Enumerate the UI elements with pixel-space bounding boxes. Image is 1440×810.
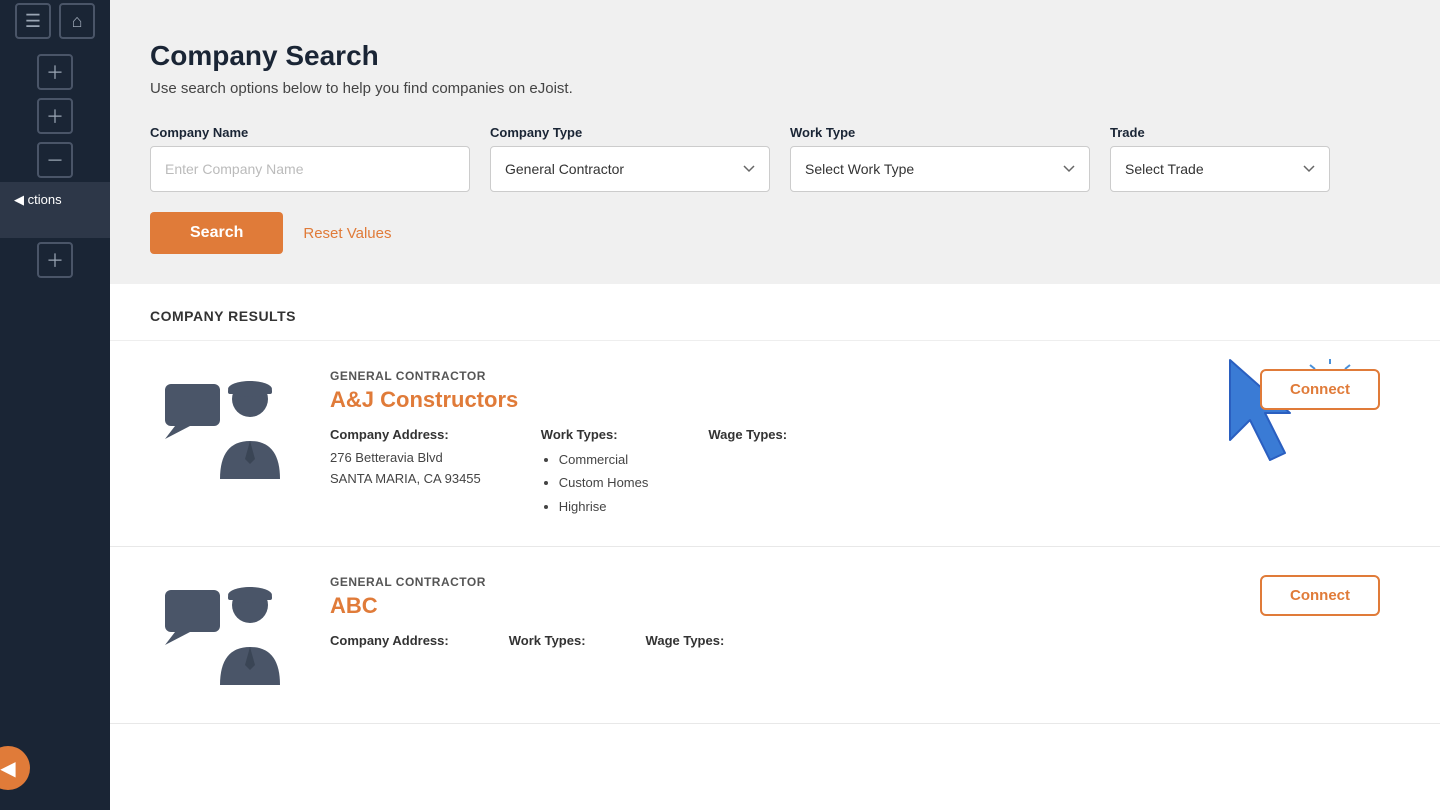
address-label: Company Address: [330, 427, 481, 442]
company-card: GENERAL CONTRACTOR ABC Company Address: … [110, 547, 1440, 724]
company-info-2: GENERAL CONTRACTOR ABC Company Address: … [330, 575, 1240, 654]
search-form: Company Name Company Type General Contra… [150, 125, 1400, 192]
company-avatar-icon-2 [160, 575, 300, 695]
sidebar-top-bar: ☰ ⌂ [0, 10, 110, 40]
work-types-list: Commercial Custom Homes Highrise [541, 448, 649, 518]
back-arrow-icon: ◀ [0, 756, 15, 781]
sidebar-collapse-1[interactable]: － [37, 142, 73, 178]
connect-area: Connect [1240, 369, 1400, 410]
connect-area-2: Connect [1240, 575, 1400, 616]
company-avatar-2 [150, 575, 310, 695]
address-section-2: Company Address: [330, 633, 449, 654]
company-details: Company Address: 276 Betteravia Blvd SAN… [330, 427, 1240, 518]
page-title: Company Search [150, 40, 1400, 72]
search-button[interactable]: Search [150, 212, 283, 254]
wage-types-section-2: Wage Types: [646, 633, 766, 654]
company-avatar [150, 369, 310, 489]
cursor-arrow-icon [1210, 350, 1320, 470]
company-type-field: Company Type General Contractor Sub Cont… [490, 125, 770, 192]
trade-label: Trade [1110, 125, 1330, 140]
company-card: GENERAL CONTRACTOR A&J Constructors Comp… [110, 341, 1440, 547]
company-details-2: Company Address: Work Types: Wage Types: [330, 633, 1240, 654]
company-type-label: Company Type [490, 125, 770, 140]
wage-types-section: Wage Types: [708, 427, 828, 518]
sidebar-menu-icon[interactable]: ☰ [15, 3, 51, 39]
sidebar-expand-3[interactable]: ＋ [37, 242, 73, 278]
company-info: GENERAL CONTRACTOR A&J Constructors Comp… [330, 369, 1240, 518]
main-content: Company Search Use search options below … [110, 0, 1440, 810]
search-actions: Search Reset Values [150, 212, 1400, 254]
company-type-tag: GENERAL CONTRACTOR [330, 369, 1240, 383]
results-area: COMPANY RESULTS [110, 284, 1440, 810]
sidebar-item-ctns[interactable]: ◀ ctions [0, 182, 110, 218]
list-item: Highrise [559, 495, 649, 518]
search-area: Company Search Use search options below … [110, 0, 1440, 284]
reset-link[interactable]: Reset Values [303, 225, 391, 242]
company-type-select[interactable]: General Contractor Sub Contractor Suppli… [490, 146, 770, 192]
address-line1: 276 Betteravia Blvd [330, 448, 481, 469]
trade-field: Trade Select Trade [1110, 125, 1330, 192]
sidebar-item-search[interactable] [0, 218, 110, 238]
wage-types-label-2: Wage Types: [646, 633, 766, 648]
address-line2: SANTA MARIA, CA 93455 [330, 469, 481, 490]
sidebar-expand-2[interactable]: ＋ [37, 98, 73, 134]
page-subtitle: Use search options below to help you fin… [150, 80, 1400, 97]
company-type-tag-2: GENERAL CONTRACTOR [330, 575, 1240, 589]
work-type-field: Work Type Select Work Type [790, 125, 1090, 192]
connect-button-2[interactable]: Connect [1260, 575, 1380, 616]
work-types-section-2: Work Types: [509, 633, 586, 654]
work-type-select[interactable]: Select Work Type [790, 146, 1090, 192]
company-avatar-icon [160, 369, 300, 489]
company-name-input[interactable] [150, 146, 470, 192]
list-item: Commercial [559, 448, 649, 471]
sidebar: ☰ ⌂ ＋ ＋ － ◀ ctions ＋ ◀ [0, 0, 110, 810]
sidebar-home-icon[interactable]: ⌂ [59, 3, 95, 39]
company-name-2: ABC [330, 593, 1240, 619]
work-types-label: Work Types: [541, 427, 649, 442]
work-type-label: Work Type [790, 125, 1090, 140]
work-types-section: Work Types: Commercial Custom Homes High… [541, 427, 649, 518]
work-types-label-2: Work Types: [509, 633, 586, 648]
results-header: COMPANY RESULTS [110, 284, 1440, 341]
company-name-field: Company Name [150, 125, 470, 192]
wage-types-label: Wage Types: [708, 427, 828, 442]
sidebar-expand-1[interactable]: ＋ [37, 54, 73, 90]
company-name-label: Company Name [150, 125, 470, 140]
trade-select[interactable]: Select Trade [1110, 146, 1330, 192]
list-item: Custom Homes [559, 471, 649, 494]
address-section: Company Address: 276 Betteravia Blvd SAN… [330, 427, 481, 518]
connect-button[interactable]: Connect [1260, 369, 1380, 410]
address-label-2: Company Address: [330, 633, 449, 648]
sidebar-back-button[interactable]: ◀ [0, 746, 30, 790]
sidebar-item-label: ◀ [14, 192, 24, 207]
company-name: A&J Constructors [330, 387, 1240, 413]
